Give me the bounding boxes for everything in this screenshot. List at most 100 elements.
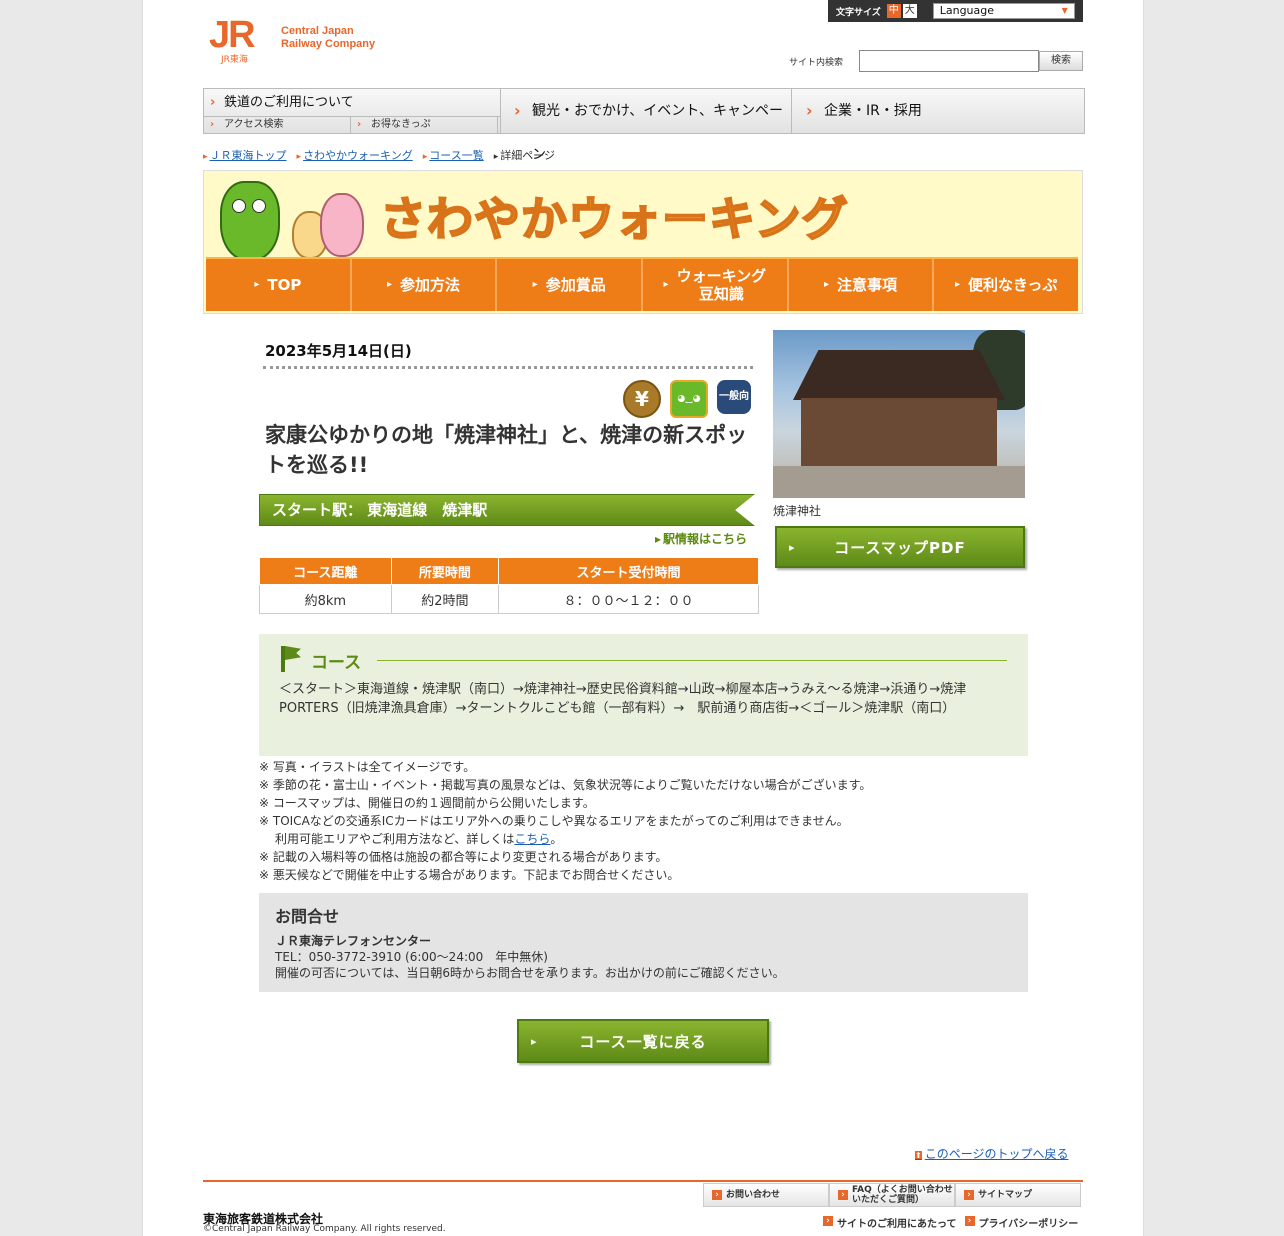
breadcrumb-item: ＪＲ東海トップ <box>203 147 287 163</box>
event-date: 2023年5月14日(日) <box>265 342 412 360</box>
gnav-railway-usage-label: 鉄道のご利用について <box>224 95 354 110</box>
shrine-photo <box>773 330 1025 498</box>
chevron-right-icon: › <box>210 119 215 130</box>
back-to-course-list-button[interactable]: コース一覧に戻る <box>517 1019 769 1063</box>
language-select-value: Language <box>939 4 995 17</box>
note-text: 利用可能エリアやご利用方法など、詳しくは <box>275 832 515 846</box>
walking-nav-top[interactable]: TOP <box>206 259 352 311</box>
table-row: 約8km 約2時間 ８：００～１２：００ <box>259 584 759 614</box>
fee-yen-icon: ¥ <box>623 380 661 418</box>
breadcrumb-item: さわやかウォーキング <box>297 147 413 163</box>
jr-logo-mark: JR JR東海 <box>209 14 269 65</box>
start-station-bar: スタート駅： 東海道線 焼津駅 <box>259 494 755 526</box>
footer-privacy-link[interactable]: プライバシーポリシー <box>964 1215 1078 1230</box>
footer-divider <box>203 1180 1083 1182</box>
contact-tel: TEL：050-3772-3910 (6:00～24:00 年中無休) <box>275 950 548 964</box>
chevron-down-icon: ▼ <box>1061 6 1068 15</box>
course-heading: コース <box>311 653 362 673</box>
global-nav: › 鉄道のご利用について › アクセス検索 › お得なきっぷ › 観光・おでかけ、イ… <box>203 88 1085 163</box>
course-section: コース ＜スタート＞東海道線・焼津駅（南口）→焼津神社→歴史民俗資料館→山政→柳… <box>259 634 1028 756</box>
logo-jr-text: JR <box>209 14 256 56</box>
chevron-right-icon: › <box>806 101 813 120</box>
station-info-link[interactable]: 駅情報はこちら <box>655 530 747 547</box>
table-cell-distance: 約8km <box>259 584 392 614</box>
footer-nav: お問い合わせ FAQ（よくお問い合わせいただくご質問） サイトマップ <box>703 1183 1081 1207</box>
breadcrumb-link-jr-top[interactable]: ＪＲ東海トップ <box>210 149 287 162</box>
walking-nav-cautions[interactable]: 注意事項 <box>789 259 935 311</box>
walking-nav-tips[interactable]: ウォーキング 豆知識 <box>643 259 789 311</box>
fontsize-language-bar: 文字サイズ 中 大 Language ▼ <box>828 0 1083 22</box>
contact-section: お問合せ ＪＲ東海テレフォンセンター TEL：050-3772-3910 (6:… <box>259 893 1028 992</box>
contact-note: 開催の可否については、当日朝6時からお問合せを承ります。お出かけの前にご確認くだ… <box>275 966 785 980</box>
photo-caption: 焼津神社 <box>773 504 822 518</box>
gnav-sightseeing-label: 観光・おでかけ、イベント、キャンペーン <box>532 103 784 163</box>
photo-ground <box>773 466 1025 498</box>
rabbit-mascot-icon <box>320 193 364 257</box>
table-header-duration: 所要時間 <box>390 557 500 585</box>
language-select[interactable]: Language ▼ <box>932 3 1075 19</box>
course-map-pdf-button[interactable]: コースマップPDF <box>775 526 1025 568</box>
search-label: サイト内検索 <box>789 58 844 68</box>
gnav-discount-tickets[interactable]: › お得なきっぷ <box>351 117 498 133</box>
course-route: ＜スタート＞東海道線・焼津駅（南口）→焼津神社→歴史民俗資料館→山政→柳屋本店→… <box>279 682 967 716</box>
fontsize-label: 文字サイズ <box>836 7 881 18</box>
walking-nav: TOP 参加方法 参加賞品 ウォーキング 豆知識 注意事項 便利なきっぷ <box>206 257 1078 311</box>
walking-nav-tickets[interactable]: 便利なきっぷ <box>934 259 1078 311</box>
search-button[interactable]: 検索 <box>1039 51 1083 71</box>
walking-nav-how-to-join[interactable]: 参加方法 <box>352 259 498 311</box>
flag-icon <box>281 646 285 672</box>
gnav-sub-items: › アクセス検索 › お得なきっぷ <box>204 117 500 133</box>
footer-sitemap-button[interactable]: サイトマップ <box>955 1183 1081 1207</box>
logo-sub-text: JR東海 <box>221 55 248 65</box>
turtle-mascot-icon <box>220 181 280 261</box>
gnav-access-search[interactable]: › アクセス検索 <box>204 117 351 133</box>
table-header-start-time: スタート受付時間 <box>498 557 759 585</box>
footer-copyright: ©Central Japan Railway Company. All righ… <box>203 1224 446 1234</box>
contact-name: ＪＲ東海テレフォンセンター <box>275 934 432 948</box>
breadcrumb: ＪＲ東海トップ さわやかウォーキング コース一覧 詳細ページ <box>203 147 556 163</box>
search-input[interactable] <box>859 50 1039 72</box>
breadcrumb-link-course-list[interactable]: コース一覧 <box>429 149 483 162</box>
note-item: ※ 写真・イラストは全てイメージです。 <box>259 760 476 774</box>
footer-contact-button[interactable]: お問い合わせ <box>703 1183 829 1207</box>
general-level-icon: 一般向 <box>717 380 751 414</box>
breadcrumb-link-walking[interactable]: さわやかウォーキング <box>303 149 413 162</box>
gnav-railway-group: › 鉄道のご利用について › アクセス検索 › お得なきっぷ <box>204 89 501 133</box>
jr-central-logo[interactable]: JR JR東海 Central Japan Railway Company <box>209 14 376 65</box>
course-title: 家康公ゆかりの地「焼津神社」と、焼津の新スポットを巡る!! <box>265 423 748 477</box>
breadcrumb-item: コース一覧 <box>423 147 483 163</box>
footer-faq-button[interactable]: FAQ（よくお問い合わせいただくご質問） <box>829 1183 955 1207</box>
chevron-right-icon: › <box>357 119 362 130</box>
ic-card-info-link[interactable]: こちら <box>514 832 550 846</box>
gnav-railway-usage[interactable]: › 鉄道のご利用について <box>204 89 500 117</box>
walking-title[interactable]: さわやかウォーキング <box>379 183 849 249</box>
fontsize-medium-button[interactable]: 中 <box>886 4 901 18</box>
gnav-corporate[interactable]: › 企業・IR・採用 <box>792 89 1084 133</box>
table-cell-start-time: ８：００～１２：００ <box>498 584 759 614</box>
footer-sub-links: サイトのご利用にあたって プライバシーポリシー <box>823 1215 1078 1230</box>
note-item: ※ コースマップは、開催日の約１週間前から公開いたします。 <box>259 796 595 810</box>
page-top-link[interactable]: このページのトップへ戻る <box>915 1145 1069 1162</box>
note-item: ※ 悪天候などで開催を中止する場合があります。下記までお問合せください。 <box>259 868 680 882</box>
gnav-discount-tickets-label: お得なきっぷ <box>371 119 431 130</box>
note-item: ※ 記載の入場料等の価格は施設の都合等により変更される場合があります。 <box>259 850 668 864</box>
notes-list: ※ 写真・イラストは全てイメージです。 ※ 季節の花・富士山・イベント・掲載写真… <box>259 758 871 884</box>
table-cell-duration: 約2時間 <box>390 584 500 614</box>
gnav-sightseeing[interactable]: › 観光・おでかけ、イベント、キャンペーン <box>500 89 792 163</box>
walking-banner: さわやかウォーキング TOP 参加方法 参加賞品 ウォーキング 豆知識 注意事項… <box>203 170 1083 314</box>
fontsize-large-button[interactable]: 大 <box>902 4 917 18</box>
course-heading-line <box>377 660 1007 661</box>
table-header-distance: コース距離 <box>259 557 392 585</box>
note-item: ※ TOICAなどの交通系ICカードはエリア外への乗りこしや異なるエリアをまたが… <box>259 814 849 828</box>
chevron-right-icon: › <box>210 95 216 110</box>
note-text: 。 <box>550 832 563 846</box>
footer-terms-link[interactable]: サイトのご利用にあたって <box>823 1215 957 1230</box>
table-header-row: コース距離 所要時間 スタート受付時間 <box>259 557 759 585</box>
mascot-eye <box>252 199 266 213</box>
gnav-access-search-label: アクセス検索 <box>224 119 284 130</box>
page: JR JR東海 Central Japan Railway Company 文字… <box>142 0 1144 1236</box>
logo-line1: Central Japan <box>281 25 354 37</box>
walking-nav-prizes[interactable]: 参加賞品 <box>497 259 644 311</box>
logo-line2: Railway Company <box>281 38 376 50</box>
note-item-continued: 利用可能エリアやご利用方法など、詳しくはこちら。 <box>259 830 871 848</box>
